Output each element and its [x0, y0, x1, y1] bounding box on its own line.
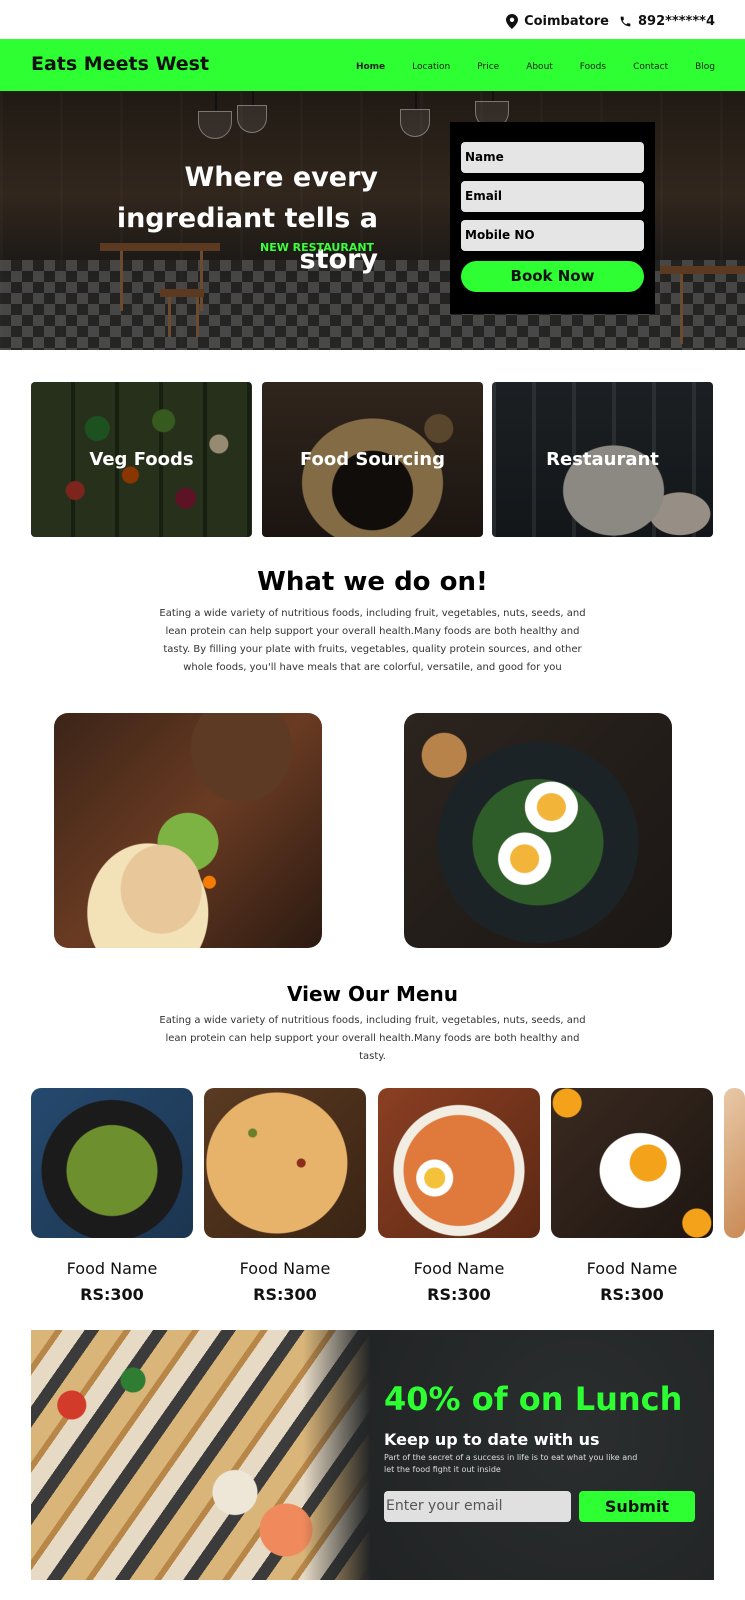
category-card-food-sourcing[interactable]: Food Sourcing: [262, 382, 483, 537]
submit-button[interactable]: Submit: [579, 1491, 695, 1522]
booking-form: Name Email Mobile NO Book Now: [450, 122, 655, 314]
nav-item-contact[interactable]: Contact: [633, 62, 668, 72]
stool-leg: [196, 297, 199, 337]
hero-tagline: NEW RESTAURANT: [260, 241, 375, 254]
main-navigation: Eats Meets West Home Location Price Abou…: [0, 39, 745, 91]
book-now-button[interactable]: Book Now: [461, 261, 644, 292]
menu-item-image[interactable]: [378, 1088, 540, 1238]
location-text: Coimbatore: [524, 14, 610, 29]
hero-section: Where every ingrediant tells a story NEW…: [0, 91, 745, 350]
menu-item-price: RS:300: [427, 1285, 491, 1304]
about-text: Eating a wide variety of nutritious food…: [159, 608, 586, 673]
nav-item-price[interactable]: Price: [477, 62, 499, 72]
menu-item-name: Food Name: [66, 1259, 158, 1278]
phone-text[interactable]: 892******4: [638, 14, 715, 29]
nav-menu: Home Location Price About Foods Contact …: [329, 62, 715, 72]
menu-item-image[interactable]: [31, 1088, 193, 1238]
category-label: Restaurant: [492, 382, 713, 537]
nav-item-location[interactable]: Location: [412, 62, 450, 72]
menu-item-price: RS:300: [253, 1285, 317, 1304]
category-label: Food Sourcing: [262, 382, 483, 537]
top-contact-bar: Coimbatore 892******4: [0, 0, 745, 39]
category-label: Veg Foods: [31, 382, 252, 537]
hero-heading-line1: Where every: [184, 162, 378, 193]
menu-item-image[interactable]: [551, 1088, 713, 1238]
menu-title: View Our Menu: [287, 982, 458, 1006]
menu-item-image[interactable]: [204, 1088, 366, 1238]
pendant-lamp-shade: [237, 105, 267, 133]
map-pin-icon: [506, 14, 519, 29]
table-top: [660, 266, 745, 274]
nav-item-home[interactable]: Home: [356, 62, 385, 72]
pendant-lamp-shade: [400, 109, 430, 137]
nav-item-blog[interactable]: Blog: [695, 62, 715, 72]
menu-text: Eating a wide variety of nutritious food…: [159, 1015, 586, 1062]
menu-item-name: Food Name: [239, 1259, 331, 1278]
nav-item-about[interactable]: About: [526, 62, 553, 72]
email-field[interactable]: Email: [461, 181, 644, 212]
promo-subheadline: Keep up to date with us: [384, 1430, 600, 1449]
eggs-toast-photo: [404, 713, 672, 948]
pendant-lamp: [215, 91, 217, 111]
menu-item-name: Food Name: [586, 1259, 678, 1278]
hero-heading-line2: ingrediant tells a story: [116, 203, 378, 275]
pendant-lamp: [252, 91, 254, 105]
category-card-restaurant[interactable]: Restaurant: [492, 382, 713, 537]
mobile-field[interactable]: Mobile NO: [461, 220, 644, 251]
pendant-lamp: [492, 91, 494, 101]
about-title: What we do on!: [257, 567, 488, 597]
menu-item-name: Food Name: [413, 1259, 505, 1278]
newsletter-promo: 40% of on Lunch Keep up to date with us …: [31, 1330, 714, 1580]
category-card-veg-foods[interactable]: Veg Foods: [31, 382, 252, 537]
phone-icon: [619, 15, 632, 28]
tacos-photo: [54, 713, 322, 948]
menu-item-image-partial[interactable]: [724, 1088, 745, 1238]
pendant-lamp: [415, 91, 417, 109]
name-field[interactable]: Name: [461, 142, 644, 173]
hero-heading: Where every ingrediant tells a story: [48, 157, 378, 280]
promo-text: Part of the secret of a success in life …: [384, 1453, 638, 1474]
newsletter-email-input[interactable]: Enter your email: [384, 1491, 571, 1522]
stool-leg: [168, 297, 171, 337]
stool-top: [160, 289, 204, 297]
promo-food-image: [31, 1330, 371, 1580]
menu-item-price: RS:300: [600, 1285, 664, 1304]
brand-logo[interactable]: Eats Meets West: [31, 53, 209, 75]
pendant-lamp-shade: [198, 111, 232, 139]
table-leg: [680, 274, 683, 344]
promo-headline: 40% of on Lunch: [384, 1380, 683, 1418]
menu-item-price: RS:300: [80, 1285, 144, 1304]
contact-info: Coimbatore 892******4: [506, 14, 715, 29]
nav-item-foods[interactable]: Foods: [580, 62, 606, 72]
